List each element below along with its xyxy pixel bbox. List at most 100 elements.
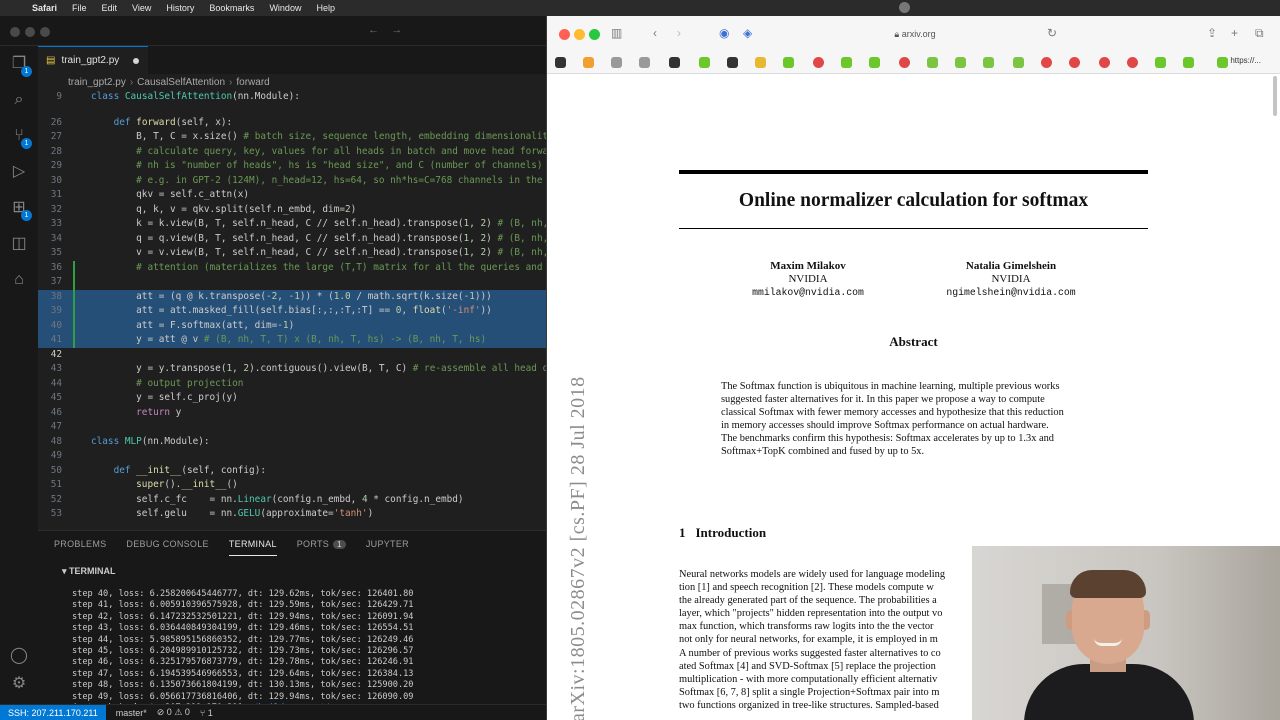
favorite-icon[interactable] <box>841 57 852 68</box>
minimize-window-button[interactable] <box>25 27 35 37</box>
chevron-down-icon[interactable]: ▾ <box>62 566 67 576</box>
author-email[interactable]: mmilakov@nvidia.com <box>708 286 908 299</box>
favorite-icon[interactable] <box>1127 57 1138 68</box>
code-line[interactable]: 46 return y <box>38 406 546 421</box>
favorite-icon[interactable] <box>927 57 938 68</box>
favorite-icon[interactable] <box>639 57 650 68</box>
run-debug-icon[interactable]: ▷ <box>9 162 29 182</box>
git-branch[interactable]: master* <box>116 708 147 718</box>
favorite-icon[interactable] <box>1217 57 1228 68</box>
explorer-icon[interactable]: ❐ 1 <box>9 54 32 77</box>
code-line[interactable]: 31 qkv = self.c_attn(x) <box>38 188 546 203</box>
code-line[interactable]: 39 att = att.masked_fill(self.bias[:,:,:… <box>38 304 546 319</box>
favorite-github-icon[interactable] <box>669 57 680 68</box>
favorite-github-icon[interactable] <box>555 57 566 68</box>
code-line[interactable]: 43 y = y.transpose(1, 2).contiguous().vi… <box>38 362 546 377</box>
code-line[interactable]: 35 v = v.view(B, T, self.n_head, C // se… <box>38 246 546 261</box>
back-chevron-icon[interactable]: ‹ <box>653 26 657 40</box>
code-line[interactable]: 33 k = k.view(B, T, self.n_head, C // se… <box>38 217 546 232</box>
code-line[interactable]: 51 super().__init__() <box>38 478 546 493</box>
favorite-icon[interactable] <box>783 57 794 68</box>
tab-overview-icon[interactable]: ⧉ <box>1255 26 1264 41</box>
code-line[interactable]: 53 self.gelu = nn.GELU(approximate='tanh… <box>38 507 546 522</box>
code-line[interactable]: 41 y = att @ v # (B, nh, T, T) x (B, nh,… <box>38 333 546 348</box>
remote-explorer-icon[interactable]: ◫ <box>9 234 29 254</box>
favorite-icon[interactable] <box>869 57 880 68</box>
code-line[interactable]: 37 <box>38 275 546 290</box>
terminal-section-header[interactable]: ▾ TERMINAL <box>38 563 546 579</box>
code-line[interactable]: 50 def __init__(self, config): <box>38 464 546 479</box>
favorite-icon[interactable] <box>611 57 622 68</box>
close-window-button[interactable] <box>559 29 570 40</box>
address-bar[interactable]: 🔒︎ arxiv.org <box>765 24 1065 44</box>
code-line[interactable]: 45 y = self.c_proj(y) <box>38 391 546 406</box>
code-line[interactable]: 9 class CausalSelfAttention(nn.Module): <box>38 90 546 105</box>
menu-window[interactable]: Window <box>269 3 301 13</box>
code-line[interactable]: 48 class MLP(nn.Module): <box>38 435 546 450</box>
back-arrow-icon[interactable]: ← <box>368 24 379 36</box>
testing-icon[interactable]: ⌂ <box>9 270 29 290</box>
tab-terminal[interactable]: TERMINAL <box>228 539 277 556</box>
favorite-icon[interactable] <box>1041 57 1052 68</box>
code-line[interactable]: 29 # nh is "number of heads", hs is "hea… <box>38 159 546 174</box>
code-line[interactable]: 32 q, k, v = qkv.split(self.n_embd, dim=… <box>38 203 546 218</box>
ports-count[interactable]: ⑂ 1 <box>200 708 213 718</box>
tab-train-gpt2[interactable]: ▤ train_gpt2.py <box>38 46 148 74</box>
favorite-icon[interactable] <box>983 57 994 68</box>
password-extension-icon[interactable]: ◉ <box>719 26 729 40</box>
menu-view[interactable]: View <box>132 3 151 13</box>
forward-arrow-icon[interactable]: → <box>391 24 402 36</box>
reload-icon[interactable]: ↻ <box>1047 26 1057 40</box>
code-line[interactable]: 47 <box>38 420 546 435</box>
favorite-icon[interactable] <box>699 57 710 68</box>
code-line[interactable]: 38 att = (q @ k.transpose(-2, -1)) * (1.… <box>38 289 546 304</box>
favorite-icon[interactable] <box>1099 57 1110 68</box>
code-line[interactable]: 40 att = F.softmax(att, dim=-1) <box>38 318 546 333</box>
menu-bookmarks[interactable]: Bookmarks <box>209 3 254 13</box>
zoom-window-button[interactable] <box>589 29 600 40</box>
menu-edit[interactable]: Edit <box>102 3 118 13</box>
menu-history[interactable]: History <box>166 3 194 13</box>
favorite-icon[interactable] <box>955 57 966 68</box>
menu-file[interactable]: File <box>72 3 87 13</box>
new-tab-icon[interactable]: + <box>1231 26 1238 40</box>
favorite-icon[interactable] <box>899 57 910 68</box>
favorite-icon[interactable] <box>1183 57 1194 68</box>
problems-count[interactable]: ⊘ 0 ⚠ 0 <box>157 707 190 718</box>
code-line[interactable]: 26 def forward(self, x): <box>38 116 546 131</box>
favorite-icon[interactable] <box>1155 57 1166 68</box>
extensions-icon[interactable]: ⊞ 1 <box>9 198 32 221</box>
favorite-icon[interactable] <box>813 57 824 68</box>
breadcrumb-class[interactable]: CausalSelfAttention <box>137 77 225 88</box>
forward-chevron-icon[interactable]: › <box>677 26 681 40</box>
menu-help[interactable]: Help <box>316 3 335 13</box>
code-line[interactable]: 34 q = q.view(B, T, self.n_head, C // se… <box>38 232 546 247</box>
favorite-icon[interactable] <box>1013 57 1024 68</box>
tab-ports[interactable]: PORTS 1 <box>297 539 346 549</box>
minimize-window-button[interactable] <box>574 29 585 40</box>
favorite-icon[interactable] <box>755 57 766 68</box>
search-icon[interactable]: ⌕ <box>9 90 29 110</box>
sidebar-icon[interactable]: ▥ <box>611 26 622 40</box>
code-line[interactable]: 52 self.c_fc = nn.Linear(config.n_embd, … <box>38 493 546 508</box>
favorite-icon[interactable] <box>1069 57 1080 68</box>
author-email[interactable]: ngimelshein@nvidia.com <box>911 286 1111 299</box>
code-line[interactable]: 36 # attention (materializes the large (… <box>38 261 546 276</box>
close-window-button[interactable] <box>10 27 20 37</box>
code-line[interactable]: 42 <box>38 348 546 363</box>
unsaved-dot-icon[interactable] <box>133 57 140 64</box>
menu-app-name[interactable]: Safari <box>32 3 57 13</box>
favorites-overflow-link[interactable]: https://... <box>1230 56 1261 65</box>
code-editor[interactable]: 9 class CausalSelfAttention(nn.Module): 26… <box>38 90 546 530</box>
tab-problems[interactable]: PROBLEMS <box>54 539 106 549</box>
favorite-github-icon[interactable] <box>727 57 738 68</box>
scrollbar[interactable] <box>1273 76 1277 116</box>
code-line[interactable]: 27 B, T, C = x.size() # batch size, sequ… <box>38 130 546 145</box>
code-line[interactable]: 44 # output projection <box>38 377 546 392</box>
zoom-window-button[interactable] <box>40 27 50 37</box>
share-icon[interactable]: ⇪ <box>1207 26 1217 40</box>
breadcrumb-file[interactable]: train_gpt2.py <box>68 77 126 88</box>
breadcrumb-method[interactable]: forward <box>236 77 269 88</box>
code-line[interactable]: 30 # e.g. in GPT-2 (124M), n_head=12, hs… <box>38 174 546 189</box>
manage-gear-icon[interactable]: ⚙ <box>9 674 29 694</box>
